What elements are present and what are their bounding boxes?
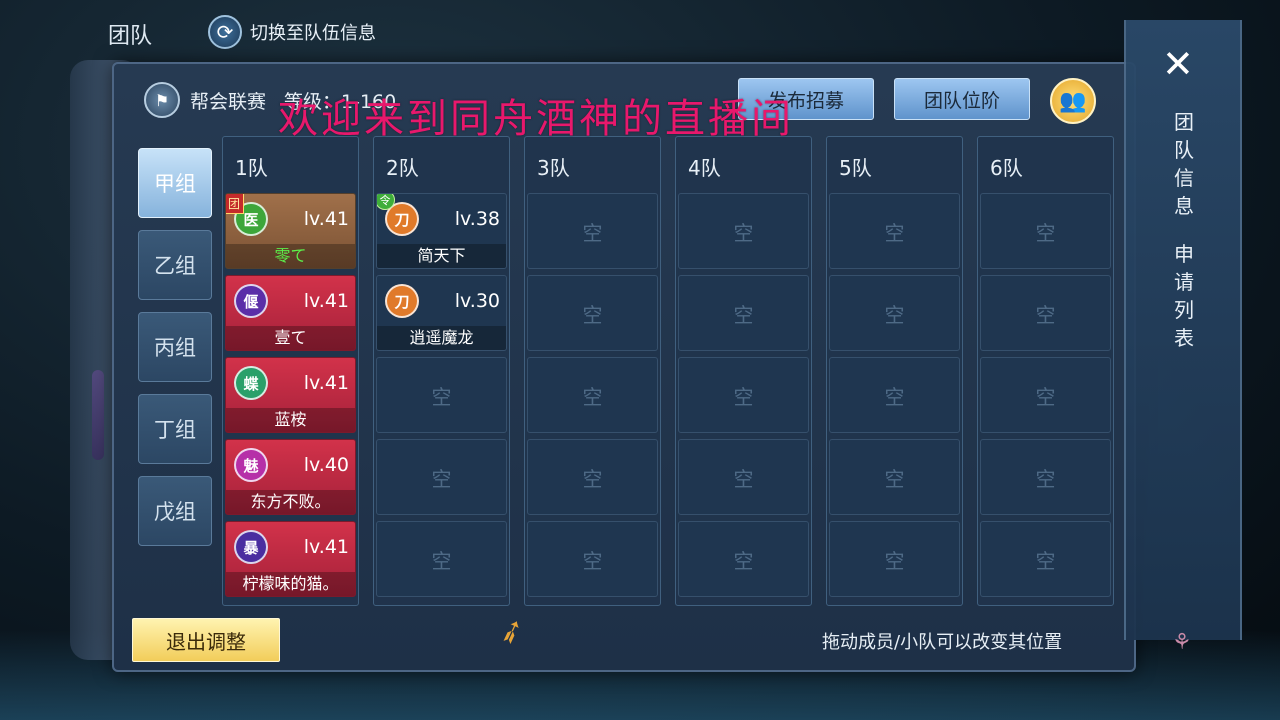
page-title: 团队: [108, 24, 153, 49]
empty-slot[interactable]: 空: [980, 193, 1111, 269]
member-info: 医 lv.41: [234, 202, 349, 236]
member-level: lv.41: [303, 536, 349, 558]
team-column[interactable]: 3队空空空空空: [524, 136, 661, 606]
member-card[interactable]: 蝶 lv.41 蓝桉: [225, 357, 356, 433]
class-avatar-icon: 暴: [234, 530, 268, 564]
stream-watermark: 欢迎来到同舟酒神的直播间: [278, 96, 794, 142]
empty-slot[interactable]: 空: [527, 521, 658, 597]
empty-slot[interactable]: 空: [829, 521, 960, 597]
class-avatar-icon: 刀: [385, 284, 419, 318]
team-name: 4队: [688, 155, 721, 180]
member-info: 魅 lv.40: [234, 448, 349, 482]
member-name: 壹て: [226, 326, 355, 350]
team-column[interactable]: 4队空空空空空: [675, 136, 812, 606]
team-column[interactable]: 5队空空空空空: [826, 136, 963, 606]
member-level: lv.30: [454, 290, 500, 312]
team-name: 6队: [990, 155, 1023, 180]
class-avatar-icon: 魅: [234, 448, 268, 482]
empty-slot[interactable]: 空: [829, 275, 960, 351]
empty-slot[interactable]: 空: [980, 521, 1111, 597]
team-column[interactable]: 2队令刀 lv.38 简天下刀 lv.30 逍遥魔龙空空空: [373, 136, 510, 606]
refresh-icon: ⟳: [208, 15, 242, 49]
empty-slot[interactable]: 空: [376, 357, 507, 433]
team-column[interactable]: 1队团医 lv.41 零て偃 lv.41 壹て蝶 lv.41 蓝桉魅 lv.40 东方不败。暴 l…: [222, 136, 359, 606]
switch-to-team-info-button[interactable]: ⟳ 切换至队伍信息: [208, 14, 376, 50]
member-info: 暴 lv.41: [234, 530, 349, 564]
member-name: 蓝桉: [226, 408, 355, 432]
member-info: 偃 lv.41: [234, 284, 349, 318]
member-level: lv.41: [303, 372, 349, 394]
member-level: lv.38: [454, 208, 500, 230]
group-tab[interactable]: 丙组: [138, 312, 212, 382]
league-icon: ⚑: [144, 82, 180, 118]
empty-slot[interactable]: 空: [376, 439, 507, 515]
empty-slot[interactable]: 空: [980, 357, 1111, 433]
tab-apply-list-label: 申 请 列 表: [1174, 242, 1194, 350]
member-name: 简天下: [377, 244, 506, 268]
empty-slot[interactable]: 空: [527, 275, 658, 351]
empty-slot[interactable]: 空: [527, 193, 658, 269]
team-name: 5队: [839, 155, 872, 180]
empty-slot[interactable]: 空: [678, 439, 809, 515]
member-info: 刀 lv.30: [385, 284, 500, 318]
member-card[interactable]: 团医 lv.41 零て: [225, 193, 356, 269]
leader-badge: 团: [226, 194, 244, 214]
member-info: 蝶 lv.41: [234, 366, 349, 400]
team-name: 3队: [537, 155, 570, 180]
team-name: 1队: [235, 155, 268, 180]
member-card[interactable]: 令刀 lv.38 简天下: [376, 193, 507, 269]
member-name: 东方不败。: [226, 490, 355, 514]
empty-slot[interactable]: 空: [376, 521, 507, 597]
empty-slot[interactable]: 空: [678, 275, 809, 351]
empty-slot[interactable]: 空: [527, 439, 658, 515]
member-name: 零て: [226, 244, 355, 268]
class-avatar-icon: 偃: [234, 284, 268, 318]
team-name: 2队: [386, 155, 419, 180]
empty-slot[interactable]: 空: [980, 275, 1111, 351]
group-tab[interactable]: 丁组: [138, 394, 212, 464]
empty-slot[interactable]: 空: [678, 357, 809, 433]
member-info: 刀 lv.38: [385, 202, 500, 236]
empty-slot[interactable]: 空: [980, 439, 1111, 515]
close-icon[interactable]: ✕: [1162, 42, 1194, 86]
group-tab[interactable]: 戊组: [138, 476, 212, 546]
group-tab[interactable]: 乙组: [138, 230, 212, 300]
group-tabs: 甲组乙组丙组丁组戊组: [138, 148, 212, 546]
member-level: lv.41: [303, 208, 349, 230]
exit-adjust-button[interactable]: 退出调整: [132, 618, 280, 662]
team-rank-button[interactable]: 团队位阶: [894, 78, 1030, 120]
tab-team-info[interactable]: 团 队 信 息: [1166, 108, 1202, 220]
tassel-decoration: [92, 370, 104, 460]
tab-apply-list[interactable]: 申 请 列 表: [1166, 240, 1202, 352]
tab-team-info-label: 团 队 信 息: [1174, 110, 1194, 218]
team-column[interactable]: 6队空空空空空: [977, 136, 1114, 606]
empty-slot[interactable]: 空: [829, 357, 960, 433]
member-level: lv.41: [303, 290, 349, 312]
member-card[interactable]: 暴 lv.41 柠檬味的猫。: [225, 521, 356, 597]
empty-slot[interactable]: 空: [527, 357, 658, 433]
member-card[interactable]: 魅 lv.40 东方不败。: [225, 439, 356, 515]
member-card[interactable]: 刀 lv.30 逍遥魔龙: [376, 275, 507, 351]
league-name: 帮会联赛: [190, 90, 267, 113]
drag-hint: 拖动成员/小队可以改变其位置: [822, 632, 1063, 653]
group-tab[interactable]: 甲组: [138, 148, 212, 218]
empty-slot[interactable]: 空: [678, 521, 809, 597]
member-level: lv.40: [303, 454, 349, 476]
empty-slot[interactable]: 空: [829, 439, 960, 515]
member-name: 逍遥魔龙: [377, 326, 506, 350]
empty-slot[interactable]: 空: [678, 193, 809, 269]
add-member-icon[interactable]: 👥: [1050, 78, 1096, 124]
member-card[interactable]: 偃 lv.41 壹て: [225, 275, 356, 351]
class-avatar-icon: 蝶: [234, 366, 268, 400]
switch-label: 切换至队伍信息: [250, 23, 376, 44]
knot-decoration: ⚘: [1172, 630, 1192, 655]
team-grid: 1队团医 lv.41 零て偃 lv.41 壹て蝶 lv.41 蓝桉魅 lv.40 东方不败。暴 l…: [222, 136, 1114, 606]
member-name: 柠檬味的猫。: [226, 572, 355, 596]
empty-slot[interactable]: 空: [829, 193, 960, 269]
